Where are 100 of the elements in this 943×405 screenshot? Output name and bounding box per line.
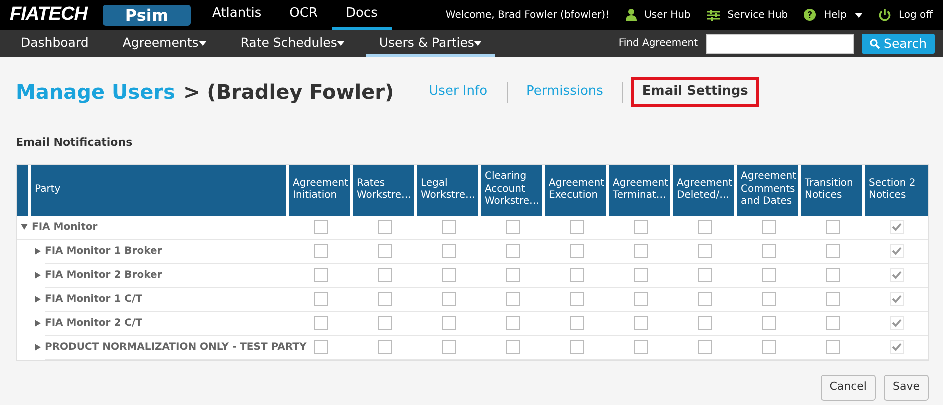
checkbox[interactable] [634, 244, 648, 258]
column-header[interactable]: Clearing Account Workstre… [481, 164, 545, 216]
checkbox[interactable] [442, 220, 456, 234]
column-header[interactable]: Legal Workstre… [417, 164, 481, 216]
checkbox[interactable] [698, 316, 712, 330]
column-header[interactable]: Agreement Comments and Dates [737, 164, 801, 216]
welcome-text: Welcome, Brad Fowler (bfowler)! [446, 8, 610, 22]
checkbox[interactable] [698, 340, 712, 354]
checkbox[interactable] [762, 244, 776, 258]
party-name: PRODUCT NORMALIZATION ONLY - TEST PARTY [45, 341, 307, 355]
checkbox[interactable] [378, 268, 392, 282]
checkbox[interactable] [378, 340, 392, 354]
sliders-icon [706, 10, 720, 20]
column-header[interactable]: Agreement Initiation [289, 164, 353, 216]
checkbox[interactable] [826, 340, 840, 354]
menu-item[interactable]: Users & Parties [366, 30, 496, 57]
menu-item[interactable]: Agreements [110, 30, 220, 57]
checkbox[interactable] [506, 292, 520, 306]
party-name: FIA Monitor 1 C/T [45, 293, 142, 307]
app-tab[interactable]: OCR [276, 0, 332, 30]
checkbox[interactable] [442, 316, 456, 330]
page-title: > (Bradley Fowler) [183, 79, 394, 106]
checkbox[interactable] [570, 292, 584, 306]
user-link[interactable]: Service Hub [706, 8, 788, 22]
checkbox[interactable] [442, 268, 456, 282]
checkbox[interactable] [570, 316, 584, 330]
checkbox[interactable] [698, 220, 712, 234]
party-name: FIA Monitor 2 Broker [45, 269, 162, 283]
checkbox[interactable] [826, 292, 840, 306]
checkbox[interactable] [314, 292, 328, 306]
checkbox[interactable] [570, 268, 584, 282]
checkbox[interactable] [570, 220, 584, 234]
checkbox[interactable] [826, 316, 840, 330]
search-icon [870, 38, 880, 48]
checkbox[interactable] [442, 244, 456, 258]
checkbox[interactable] [506, 316, 520, 330]
checkbox[interactable] [634, 220, 648, 234]
checkbox[interactable] [442, 292, 456, 306]
user-icon [626, 9, 637, 21]
checkbox[interactable] [314, 220, 328, 234]
checkbox[interactable] [378, 244, 392, 258]
checkbox[interactable] [634, 268, 648, 282]
user-link[interactable]: User Hub [626, 8, 691, 22]
user-link[interactable]: Help [804, 8, 863, 22]
checkbox[interactable] [378, 220, 392, 234]
checkbox[interactable] [506, 340, 520, 354]
expand-arrow-icon[interactable] [35, 344, 41, 351]
app-button[interactable]: Psim [103, 4, 191, 26]
help-icon [804, 9, 816, 21]
power-icon [878, 9, 891, 21]
column-header[interactable]: Transition Notices [801, 164, 865, 216]
checkbox[interactable] [634, 316, 648, 330]
checkbox[interactable] [762, 268, 776, 282]
app-tab[interactable]: Atlantis [198, 0, 276, 30]
checkbox[interactable] [570, 244, 584, 258]
expand-arrow-icon[interactable] [35, 248, 41, 255]
menu-item[interactable]: Rate Schedules [228, 30, 358, 57]
checkbox[interactable] [634, 292, 648, 306]
checkbox[interactable] [442, 340, 456, 354]
checkbox[interactable] [378, 292, 392, 306]
checkbox[interactable] [570, 340, 584, 354]
checkbox[interactable] [698, 244, 712, 258]
checkbox[interactable] [378, 316, 392, 330]
column-header[interactable]: Party [31, 164, 289, 216]
checkbox[interactable] [314, 268, 328, 282]
checkbox[interactable] [698, 268, 712, 282]
column-header[interactable]: Section 2 Notices [865, 164, 928, 216]
expand-arrow-icon[interactable] [21, 224, 28, 230]
checkbox[interactable] [506, 244, 520, 258]
checkbox[interactable] [506, 220, 520, 234]
checkbox[interactable] [762, 292, 776, 306]
party-name: FIA Monitor 1 Broker [45, 245, 162, 259]
checkbox[interactable] [762, 340, 776, 354]
checkbox[interactable] [506, 268, 520, 282]
checkbox[interactable] [314, 316, 328, 330]
checkbox[interactable] [826, 244, 840, 258]
checkbox[interactable] [314, 340, 328, 354]
column-header[interactable]: Agreement Execution [545, 164, 609, 216]
column-header[interactable]: Agreement Terminat… [609, 164, 673, 216]
column-header[interactable]: Agreement Deleted/… [673, 164, 737, 216]
party-name: FIA Monitor [32, 220, 98, 234]
checkbox[interactable] [762, 316, 776, 330]
search-field[interactable] [706, 34, 854, 54]
menu-item[interactable]: Dashboard [8, 30, 102, 57]
expand-arrow-icon[interactable] [35, 320, 41, 327]
field-label: Find Agreement [618, 37, 698, 51]
column-header[interactable]: Rates Workstre… [353, 164, 417, 216]
tab[interactable]: Email Settings [631, 77, 760, 107]
expand-arrow-icon[interactable] [35, 272, 41, 279]
checkbox[interactable] [826, 220, 840, 234]
expand-arrow-icon[interactable] [35, 296, 41, 303]
checkbox[interactable] [762, 220, 776, 234]
checkbox[interactable] [314, 244, 328, 258]
user-link[interactable]: Log off [878, 8, 933, 22]
checkbox[interactable] [698, 292, 712, 306]
form-button[interactable]: Cancel [820, 374, 876, 400]
checkbox[interactable] [634, 340, 648, 354]
checkbox[interactable] [826, 268, 840, 282]
form-button[interactable]: Save [884, 374, 929, 400]
section-title: Email Notifications [16, 135, 134, 151]
